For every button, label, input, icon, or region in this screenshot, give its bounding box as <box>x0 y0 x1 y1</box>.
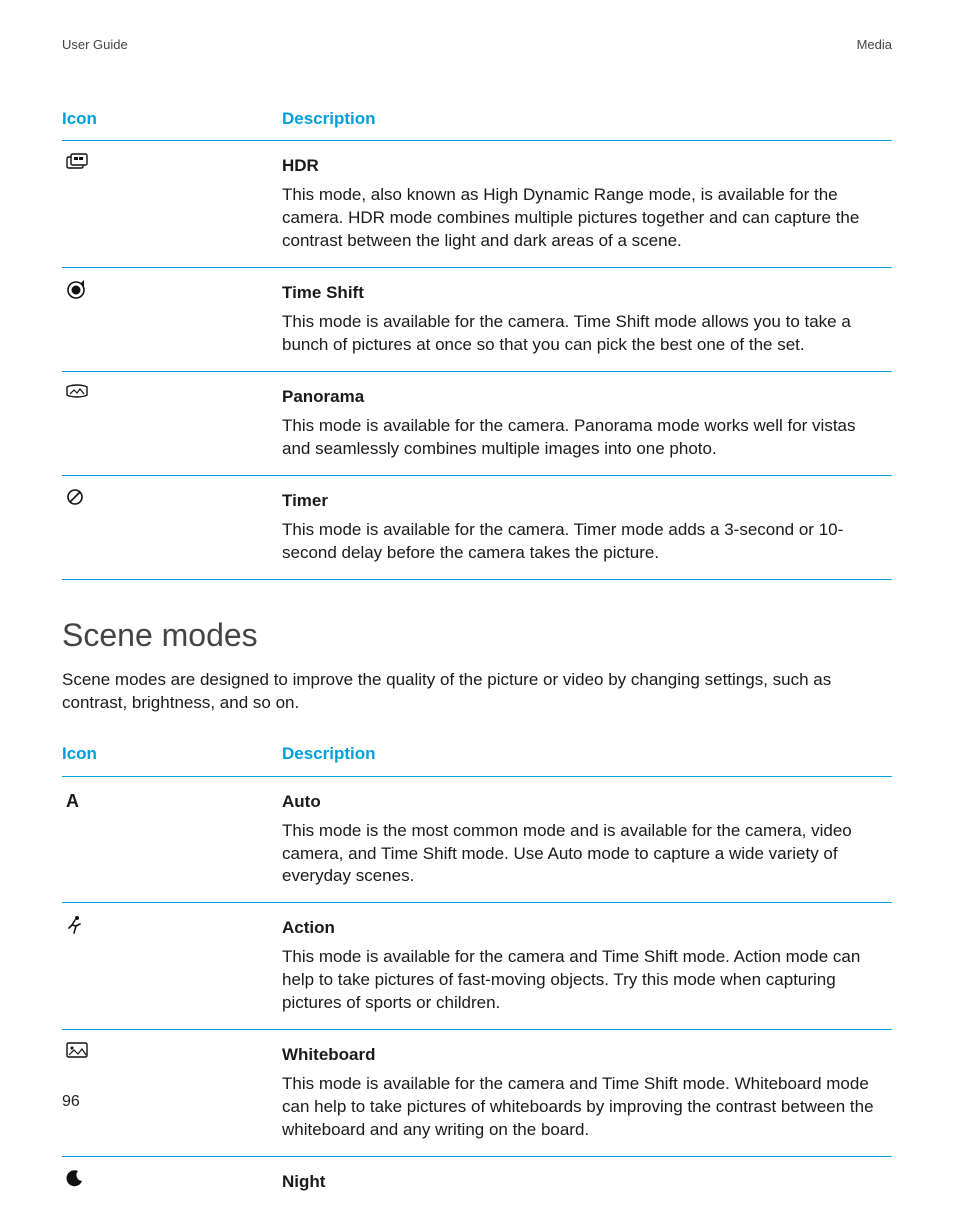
table-row: Panorama This mode is available for the … <box>62 372 892 476</box>
description-cell: Whiteboard This mode is available for th… <box>282 1030 892 1157</box>
hdr-icon <box>66 153 88 171</box>
mode-description: This mode is available for the camera. T… <box>282 519 886 565</box>
panorama-icon <box>66 384 88 398</box>
table-row: Whiteboard This mode is available for th… <box>62 1030 892 1157</box>
header-left: User Guide <box>62 36 128 54</box>
icon-cell <box>62 1156 282 1213</box>
mode-title: Action <box>282 917 886 940</box>
mode-title: Panorama <box>282 386 886 409</box>
whiteboard-icon <box>66 1042 88 1058</box>
auto-icon: A <box>66 789 79 813</box>
icon-cell <box>62 141 282 268</box>
mode-description: This mode is available for the camera an… <box>282 946 886 1015</box>
mode-title: Timer <box>282 490 886 513</box>
scene-modes-table: Icon Description A Auto This mode is the… <box>62 733 892 1214</box>
action-icon <box>66 915 84 935</box>
table-header-row: Icon Description <box>62 98 892 141</box>
shooting-modes-table: Icon Description HDR This mode, also kno… <box>62 98 892 580</box>
section-intro: Scene modes are designed to improve the … <box>62 669 892 715</box>
page-number: 96 <box>62 1091 80 1113</box>
description-cell: Action This mode is available for the ca… <box>282 903 892 1030</box>
table-header-row: Icon Description <box>62 733 892 776</box>
description-cell: HDR This mode, also known as High Dynami… <box>282 141 892 268</box>
table-row: Action This mode is available for the ca… <box>62 903 892 1030</box>
icon-cell <box>62 1030 282 1157</box>
mode-title: Whiteboard <box>282 1044 886 1067</box>
section-heading-scene-modes: Scene modes <box>62 614 892 657</box>
description-cell: Timer This mode is available for the cam… <box>282 475 892 579</box>
timeshift-icon <box>66 280 86 300</box>
mode-title: Night <box>282 1171 886 1194</box>
mode-description: This mode is available for the camera. P… <box>282 415 886 461</box>
page: User Guide Media Icon Description <box>0 0 954 1145</box>
table-row: A Auto This mode is the most common mode… <box>62 776 892 903</box>
description-cell: Auto This mode is the most common mode a… <box>282 776 892 903</box>
icon-cell <box>62 475 282 579</box>
icon-cell <box>62 268 282 372</box>
mode-title: Auto <box>282 791 886 814</box>
mode-description: This mode is available for the camera. T… <box>282 311 886 357</box>
icon-cell <box>62 903 282 1030</box>
header-right: Media <box>857 36 892 54</box>
mode-description: This mode is available for the camera an… <box>282 1073 886 1142</box>
running-header: User Guide Media <box>62 36 892 54</box>
column-header-description: Description <box>282 733 892 776</box>
description-cell: Time Shift This mode is available for th… <box>282 268 892 372</box>
mode-title: Time Shift <box>282 282 886 305</box>
icon-cell <box>62 372 282 476</box>
table-row: Time Shift This mode is available for th… <box>62 268 892 372</box>
mode-description: This mode is the most common mode and is… <box>282 820 886 889</box>
table-row: HDR This mode, also known as High Dynami… <box>62 141 892 268</box>
column-header-description: Description <box>282 98 892 141</box>
table-row: Timer This mode is available for the cam… <box>62 475 892 579</box>
column-header-icon: Icon <box>62 733 282 776</box>
timer-icon <box>66 488 84 506</box>
mode-description: This mode, also known as High Dynamic Ra… <box>282 184 886 253</box>
table-row: Night <box>62 1156 892 1213</box>
mode-title: HDR <box>282 155 886 178</box>
icon-cell: A <box>62 776 282 903</box>
description-cell: Night <box>282 1156 892 1213</box>
description-cell: Panorama This mode is available for the … <box>282 372 892 476</box>
night-icon <box>66 1169 84 1187</box>
column-header-icon: Icon <box>62 98 282 141</box>
